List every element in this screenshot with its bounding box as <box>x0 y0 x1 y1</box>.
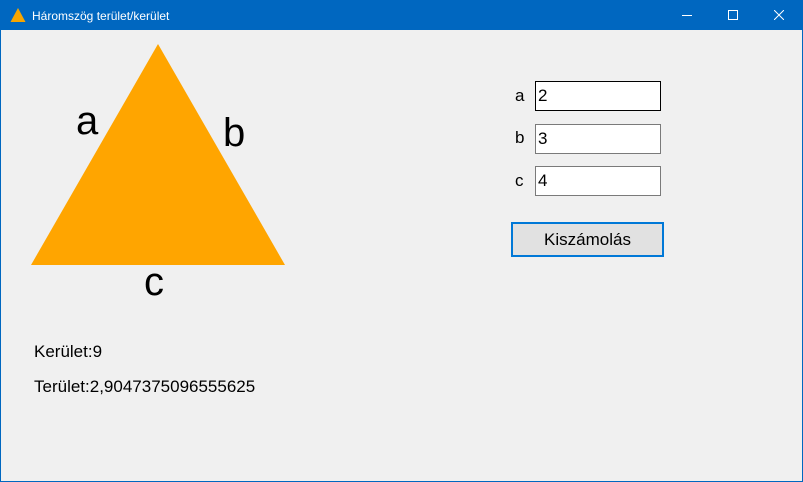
triangle-fill <box>31 44 285 265</box>
close-button[interactable] <box>756 1 802 30</box>
side-a-label: a <box>76 99 99 143</box>
warning-triangle-icon <box>10 7 26 23</box>
side-b-label: b <box>223 111 246 155</box>
minimize-button[interactable] <box>664 1 710 30</box>
area-result: Terület:2,9047375096555625 <box>34 377 256 396</box>
side-b-input[interactable] <box>535 124 661 154</box>
field-b-label: b <box>515 128 525 147</box>
minimize-icon <box>682 7 692 25</box>
maximize-button[interactable] <box>710 1 756 30</box>
maximize-icon <box>728 7 738 25</box>
title-bar[interactable]: Háromszög terület/kerület <box>1 1 802 30</box>
side-c-label: c <box>144 260 164 304</box>
client-area: a b c a b c Kiszámolás Kerület:9 Terület… <box>1 31 802 481</box>
calculate-button[interactable]: Kiszámolás <box>511 222 664 257</box>
field-a-label: a <box>515 86 525 105</box>
app-window: Háromszög terület/kerület a b c a b c <box>0 0 803 482</box>
triangle-shape <box>31 44 285 265</box>
side-c-input[interactable] <box>535 166 661 196</box>
close-icon <box>773 7 785 25</box>
field-c-label: c <box>515 171 524 190</box>
perimeter-result: Kerület:9 <box>34 342 103 361</box>
window-title: Háromszög terület/kerület <box>32 9 170 23</box>
side-a-input[interactable] <box>535 81 661 111</box>
